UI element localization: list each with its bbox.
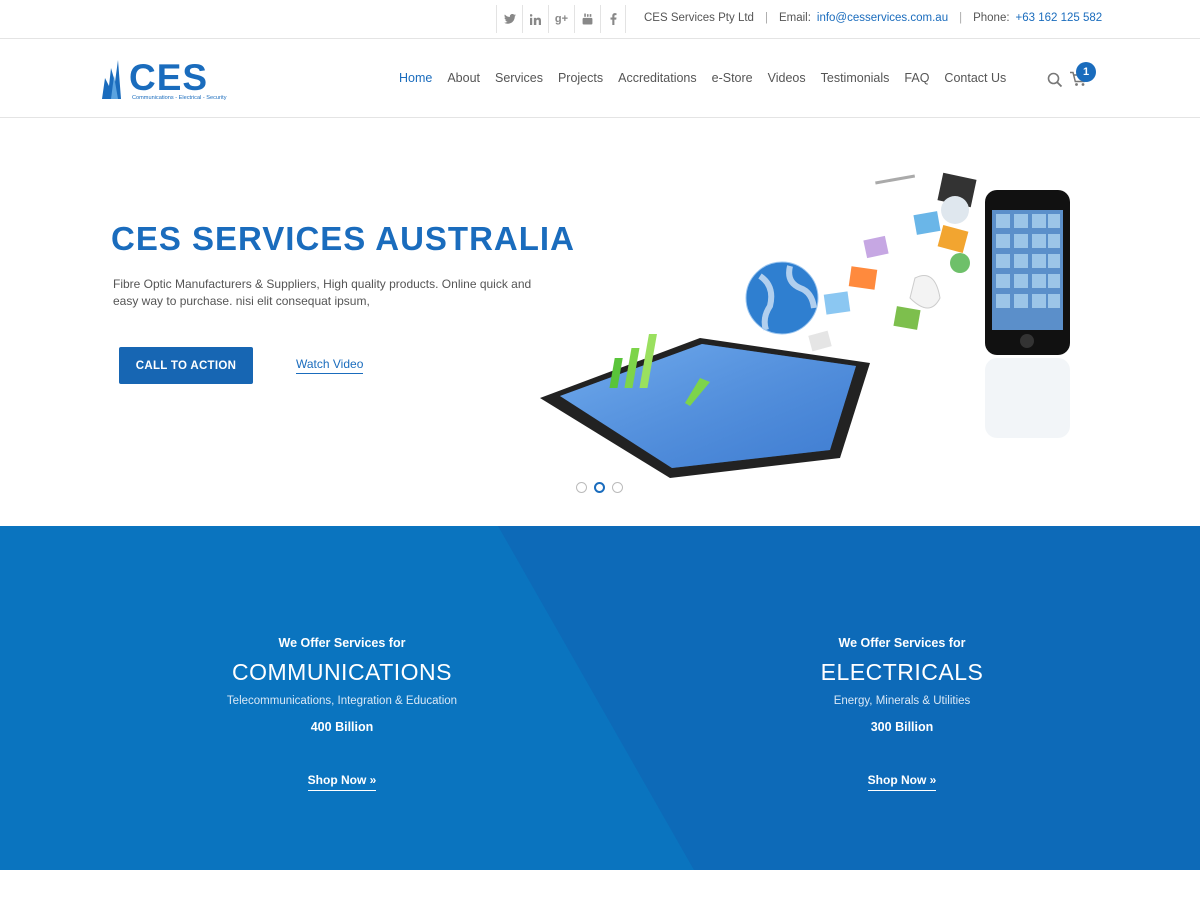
facebook-icon[interactable] — [600, 5, 626, 33]
logo-text: CES — [129, 57, 208, 98]
nav-testimonials[interactable]: Testimonials — [821, 71, 890, 85]
youtube-icon[interactable] — [574, 5, 600, 33]
services-band: We Offer Services for COMMUNICATIONS Tel… — [0, 526, 1200, 870]
nav-e-store[interactable]: e-Store — [712, 71, 753, 85]
watch-video-link[interactable]: Watch Video — [296, 357, 364, 374]
shop-now-link-wrap: Shop Now » — [132, 771, 552, 791]
service-title: ELECTRICALS — [820, 659, 984, 685]
globe-image — [745, 261, 819, 335]
phone-label: Phone: — [973, 12, 1010, 24]
slider-dot-2[interactable] — [594, 482, 605, 493]
service-subtitle: Energy, Minerals & Utilities — [833, 695, 971, 707]
social-links: g+ — [496, 5, 626, 33]
slider-dot-3[interactable] — [612, 482, 623, 493]
twitter-icon[interactable] — [496, 5, 522, 33]
separator: | — [959, 12, 963, 24]
phone-image — [985, 190, 1070, 438]
slider-dots — [576, 482, 630, 493]
nav-accreditations[interactable]: Accreditations — [618, 71, 697, 85]
service-intro: We Offer Services for — [278, 636, 406, 650]
nav-faq[interactable]: FAQ — [904, 71, 929, 85]
separator: | — [764, 12, 768, 24]
hero-description: Fibre Optic Manufacturers & Suppliers, H… — [113, 277, 532, 308]
service-title: COMMUNICATIONS — [232, 659, 452, 685]
call-to-action-button[interactable]: CALL TO ACTION — [119, 347, 253, 384]
service-subtitle: Telecommunications, Integration & Educat… — [226, 695, 458, 707]
main-nav: Home About Services Projects Accreditations e… — [399, 71, 1021, 85]
google-plus-icon[interactable]: g+ — [548, 5, 574, 33]
floating-media-icons — [808, 172, 977, 352]
cart-count-badge[interactable]: 1 — [1076, 62, 1096, 82]
service-amount: 400 Billion — [310, 720, 374, 734]
hero-slider: CES SERVICES AUSTRALIA Fibre Optic Manuf… — [0, 118, 1200, 526]
nav-contact-us[interactable]: Contact Us — [944, 71, 1006, 85]
nav-videos[interactable]: Videos — [768, 71, 806, 85]
email-label: Email: — [778, 12, 811, 24]
phone-link[interactable]: +63 162 125 582 — [1016, 12, 1103, 24]
hero-illustration — [540, 172, 1070, 478]
shop-now-link[interactable]: Shop Now » — [867, 773, 937, 791]
top-bar: g+ CES Services Pty Ltd | Email: info@ce… — [0, 0, 1200, 39]
tablet-image — [540, 334, 870, 478]
shop-now-link-wrap: Shop Now » — [692, 771, 1112, 791]
search-icon[interactable] — [1047, 72, 1063, 93]
nav-projects[interactable]: Projects — [558, 71, 603, 85]
ces-logo[interactable]: CES Communications - Electrical - Securi… — [101, 56, 246, 102]
nav-about[interactable]: About — [447, 71, 480, 85]
contact-info: CES Services Pty Ltd | Email: info@cesse… — [644, 12, 1102, 24]
email-link[interactable]: info@cesservices.com.au — [817, 12, 948, 24]
hero-title: CES SERVICES AUSTRALIA — [111, 220, 575, 257]
service-intro: We Offer Services for — [838, 636, 966, 650]
linkedin-icon[interactable] — [522, 5, 548, 33]
service-amount: 300 Billion — [870, 720, 934, 734]
logo-tagline: Communications - Electrical - Security — [132, 95, 227, 101]
company-name: CES Services Pty Ltd — [644, 12, 754, 24]
shop-now-link[interactable]: Shop Now » — [307, 773, 377, 791]
nav-home[interactable]: Home — [399, 71, 432, 85]
site-header: CES Communications - Electrical - Securi… — [0, 39, 1200, 118]
nav-services[interactable]: Services — [495, 71, 543, 85]
slider-dot-1[interactable] — [576, 482, 587, 493]
